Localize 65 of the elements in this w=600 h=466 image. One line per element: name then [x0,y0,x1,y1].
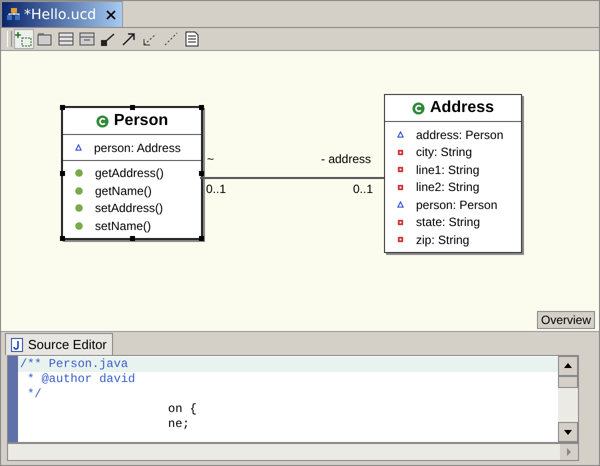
class-box[interactable]: Person person: Address getAddress() getName() setAddress() setName() [61,106,203,240]
attribute-text: state: String [416,215,480,230]
method-text: setName() [95,218,152,233]
class-name: Person [114,112,168,130]
multiplicity-label: 0..1 [353,182,374,196]
class-icon [96,114,109,128]
resize-handle[interactable] [199,236,204,240]
editor-tab[interactable]: *Hello.ucd [1,1,124,27]
circle-icon [75,222,83,230]
method-text: setAddress() [95,201,164,216]
horizontal-scrollbar[interactable] [7,443,579,461]
code-line: * @author david [26,372,136,387]
resize-handle[interactable] [60,236,65,240]
tab-title: *Hello.ucd [24,6,96,22]
attribute-text: line2: String [416,180,480,194]
square-icon [397,166,404,174]
scroll-down-icon[interactable] [558,422,578,442]
square-icon [397,218,404,226]
triangle-icon [75,144,82,152]
attribute-text: city: String [416,145,472,160]
square-icon [397,184,404,191]
square-icon [397,236,404,244]
dashed-line-icon[interactable] [162,30,180,48]
method-text: getAddress() [95,166,164,180]
resize-handle[interactable] [60,105,65,110]
role-label: ~ [207,152,214,166]
vertical-scrollbar[interactable] [558,356,578,442]
resize-handle[interactable] [199,105,204,110]
method-text: getName() [95,184,152,198]
scroll-up-icon[interactable] [558,356,578,376]
code-line: on { [167,402,198,417]
triangle-icon [397,201,404,208]
role-label: - address [321,152,372,166]
resize-handle[interactable] [130,236,135,240]
tab-title: Source Editor [28,337,107,352]
class-icon[interactable] [57,30,75,48]
interface-icon[interactable] [78,30,96,48]
code-line: */ [26,387,43,402]
circle-icon [75,169,83,178]
multiplicity-label: 0..1 [206,182,226,196]
attribute-text: person: Address [94,140,181,155]
diagram-file-icon [6,6,22,22]
triangle-icon [397,131,404,138]
add-class-icon[interactable] [15,30,33,48]
circle-icon [75,186,83,195]
resize-handle[interactable] [199,170,204,176]
square-icon [397,148,404,156]
close-icon[interactable] [106,10,116,20]
class-name: Address [430,99,494,117]
resize-handle[interactable] [130,105,135,110]
package-icon[interactable] [36,30,54,48]
attribute-text: line1: String [416,162,480,177]
resize-handle[interactable] [60,170,65,176]
class-icon [412,102,425,114]
overview-button[interactable]: Overview [536,311,595,329]
attribute-text: zip: String [416,232,470,247]
code-line: ne; [167,417,191,432]
source-editor-tab[interactable]: Source Editor [5,333,113,355]
java-file-icon [11,338,23,352]
circle-icon [75,204,83,212]
scroll-thumb[interactable] [558,376,578,388]
attribute-text: address: Person [416,128,504,142]
class-box[interactable]: Address address: Person city: String line1: String line2: String person: Person state: String zip: String [384,94,522,252]
attribute-text: person: Person [416,198,498,212]
note-icon[interactable] [183,30,201,48]
